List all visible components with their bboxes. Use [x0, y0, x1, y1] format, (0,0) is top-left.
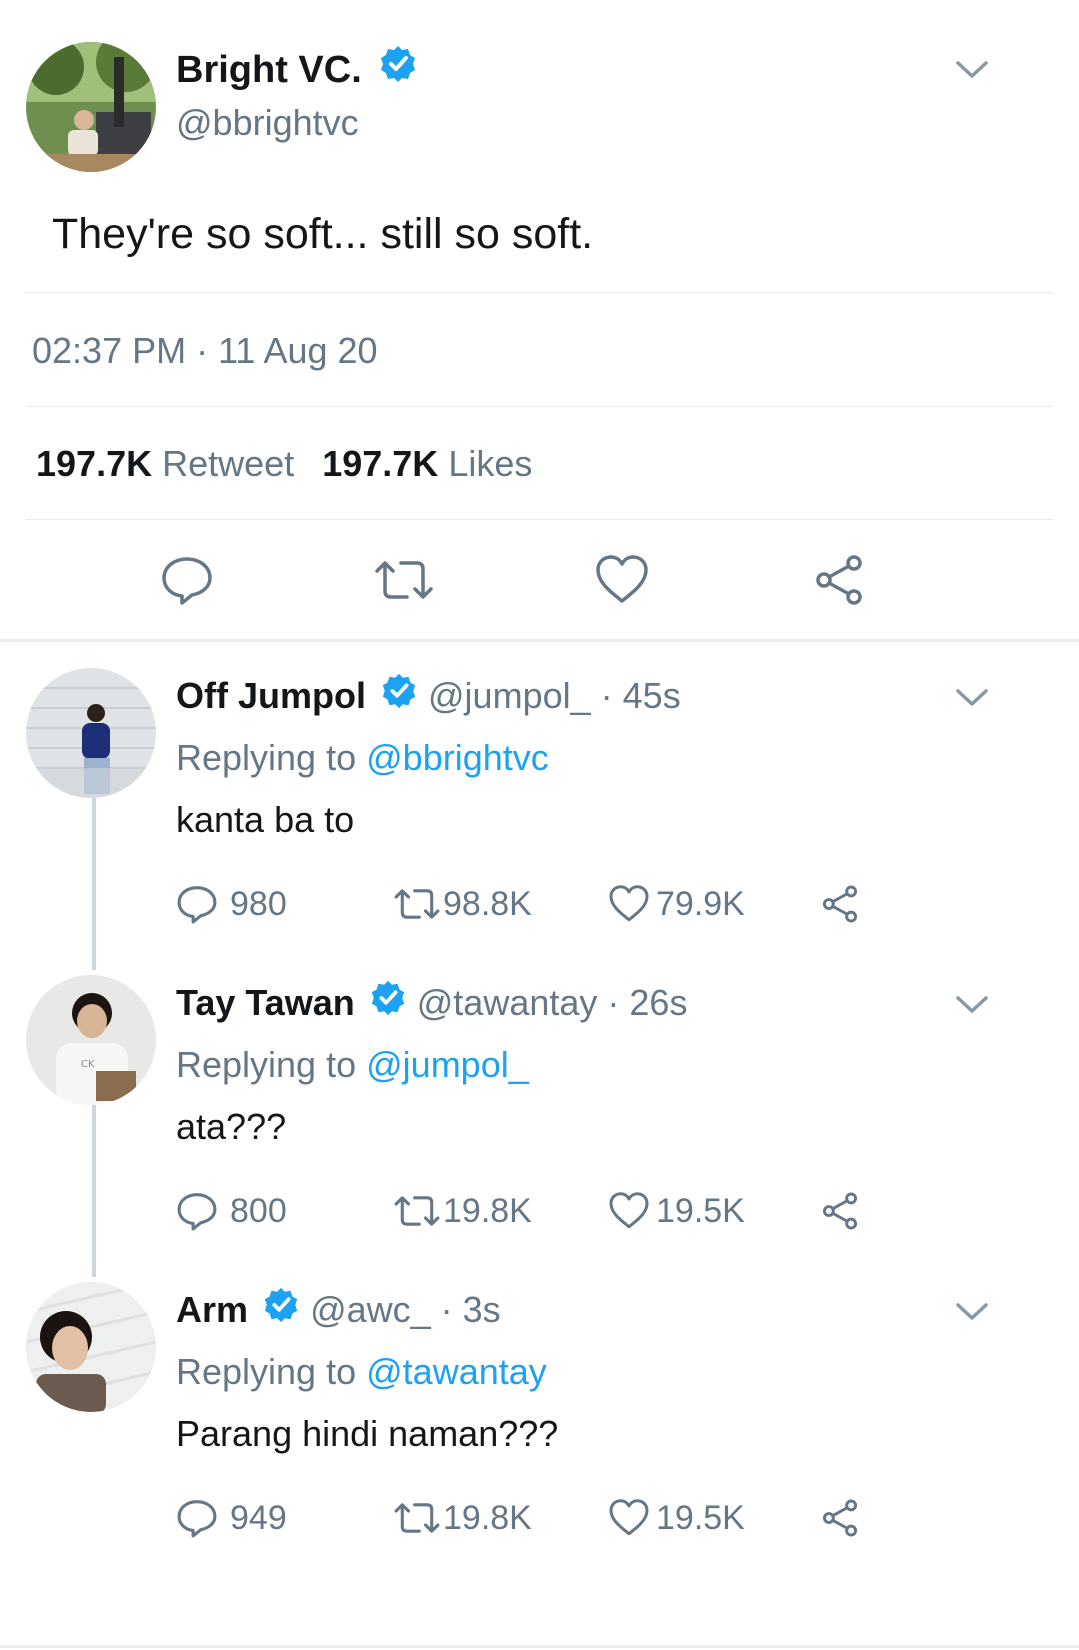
retweet-button[interactable] — [373, 553, 435, 612]
like-count: 79.9K — [656, 884, 745, 923]
divider — [26, 519, 1053, 520]
reply-header: Tay Tawan @tawantay · 26s — [176, 981, 687, 1027]
svg-text:CK: CK — [81, 1059, 95, 1070]
display-name[interactable]: Tay Tawan — [176, 982, 355, 1023]
reply-text: kanta ba to — [176, 799, 355, 840]
replying-to: Replying to @tawantay — [176, 1351, 547, 1393]
engagement-stats: 197.7K Retweet 197.7K Likes — [36, 443, 532, 485]
replying-prefix: Replying to — [176, 1044, 357, 1085]
verified-badge-icon — [372, 45, 418, 94]
reply-text: Parang hindi naman??? — [176, 1413, 559, 1454]
thread-line — [92, 798, 96, 970]
heart-icon — [608, 1497, 650, 1539]
reply-text: ata??? — [176, 1106, 287, 1147]
heart-icon — [608, 1190, 650, 1232]
retweet-button[interactable]: 98.8K — [393, 883, 532, 925]
section-divider — [0, 1645, 1079, 1648]
replying-to: Replying to @jumpol_ — [176, 1044, 529, 1086]
reply-button[interactable]: 980 — [176, 883, 287, 925]
reply-time[interactable]: · 3s — [441, 1289, 501, 1330]
reply-count: 800 — [230, 1191, 287, 1230]
like-button[interactable] — [594, 553, 650, 612]
chevron-down-icon[interactable] — [954, 993, 990, 1022]
avatar[interactable]: CK — [26, 975, 156, 1105]
display-name[interactable]: Bright VC. — [176, 49, 362, 91]
handle[interactable]: @tawantay — [417, 982, 598, 1023]
share-button[interactable] — [820, 1190, 860, 1232]
reply-time[interactable]: · 45s — [601, 675, 681, 716]
reply-icon — [176, 1497, 218, 1539]
retweet-count: 19.8K — [443, 1191, 532, 1230]
replying-to-link[interactable]: @jumpol_ — [366, 1044, 529, 1085]
like-button[interactable]: 19.5K — [608, 1497, 745, 1539]
retweet-count: 19.8K — [443, 1498, 532, 1537]
reply-count: 980 — [230, 884, 287, 923]
share-icon — [820, 1497, 860, 1539]
heart-icon — [594, 555, 650, 611]
verified-badge-icon — [376, 674, 418, 720]
reply-icon — [160, 557, 214, 611]
reply-button[interactable]: 949 — [176, 1497, 287, 1539]
replying-to: Replying to @bbrightvc — [176, 737, 549, 779]
handle[interactable]: @bbrightvc — [176, 102, 359, 144]
verified-badge-icon — [365, 981, 407, 1027]
retweet-stat[interactable]: 197.7K Retweet — [36, 443, 304, 484]
divider — [26, 292, 1053, 293]
reply-header: Arm @awc_ · 3s — [176, 1288, 501, 1334]
handle[interactable]: @awc_ — [310, 1289, 431, 1330]
reply-icon — [176, 883, 218, 925]
retweet-icon — [393, 1190, 441, 1232]
replying-to-link[interactable]: @bbrightvc — [366, 737, 549, 778]
retweet-icon — [373, 561, 435, 611]
reply-time[interactable]: · 26s — [607, 982, 687, 1023]
verified-badge-icon — [258, 1288, 300, 1334]
replying-prefix: Replying to — [176, 1351, 357, 1392]
handle[interactable]: @jumpol_ — [428, 675, 591, 716]
avatar[interactable] — [26, 42, 156, 172]
share-icon — [820, 1190, 860, 1232]
replying-prefix: Replying to — [176, 737, 357, 778]
retweet-icon — [393, 1497, 441, 1539]
reply-button[interactable]: 800 — [176, 1190, 287, 1232]
tweet-text: They're so soft... still so soft. — [52, 210, 594, 258]
likes-count: 197.7K — [322, 443, 439, 484]
like-count: 19.5K — [656, 1498, 745, 1537]
likes-label: Likes — [448, 443, 533, 484]
avatar[interactable] — [26, 1282, 156, 1412]
reply-button[interactable] — [160, 553, 214, 612]
retweet-icon — [393, 883, 441, 925]
share-button[interactable] — [820, 883, 860, 925]
chevron-down-icon[interactable] — [954, 686, 990, 715]
section-divider — [0, 639, 1079, 642]
display-name[interactable]: Off Jumpol — [176, 675, 366, 716]
like-button[interactable]: 79.9K — [608, 883, 745, 925]
thread-line — [92, 1105, 96, 1277]
share-button[interactable] — [820, 1497, 860, 1539]
replying-to-link[interactable]: @tawantay — [366, 1351, 547, 1392]
reply-count: 949 — [230, 1498, 287, 1537]
chevron-down-icon[interactable] — [954, 1300, 990, 1329]
avatar[interactable] — [26, 668, 156, 798]
retweet-count: 98.8K — [443, 884, 532, 923]
reply-icon — [176, 1190, 218, 1232]
share-icon — [812, 555, 866, 611]
retweet-button[interactable]: 19.8K — [393, 1190, 532, 1232]
retweet-label: Retweet — [162, 443, 295, 484]
divider — [26, 406, 1053, 407]
tweet-timestamp[interactable]: 02:37 PM · 11 Aug 20 — [32, 330, 378, 372]
share-icon — [820, 883, 860, 925]
reply-header: Off Jumpol @jumpol_ · 45s — [176, 674, 681, 720]
heart-icon — [608, 883, 650, 925]
like-count: 19.5K — [656, 1191, 745, 1230]
retweet-button[interactable]: 19.8K — [393, 1497, 532, 1539]
share-button[interactable] — [812, 553, 866, 612]
chevron-down-icon[interactable] — [954, 58, 990, 87]
user-header: Bright VC. — [176, 45, 418, 94]
like-button[interactable]: 19.5K — [608, 1190, 745, 1232]
likes-stat[interactable]: 197.7K Likes — [322, 443, 532, 484]
display-name[interactable]: Arm — [176, 1289, 248, 1330]
retweet-count: 197.7K — [36, 443, 153, 484]
